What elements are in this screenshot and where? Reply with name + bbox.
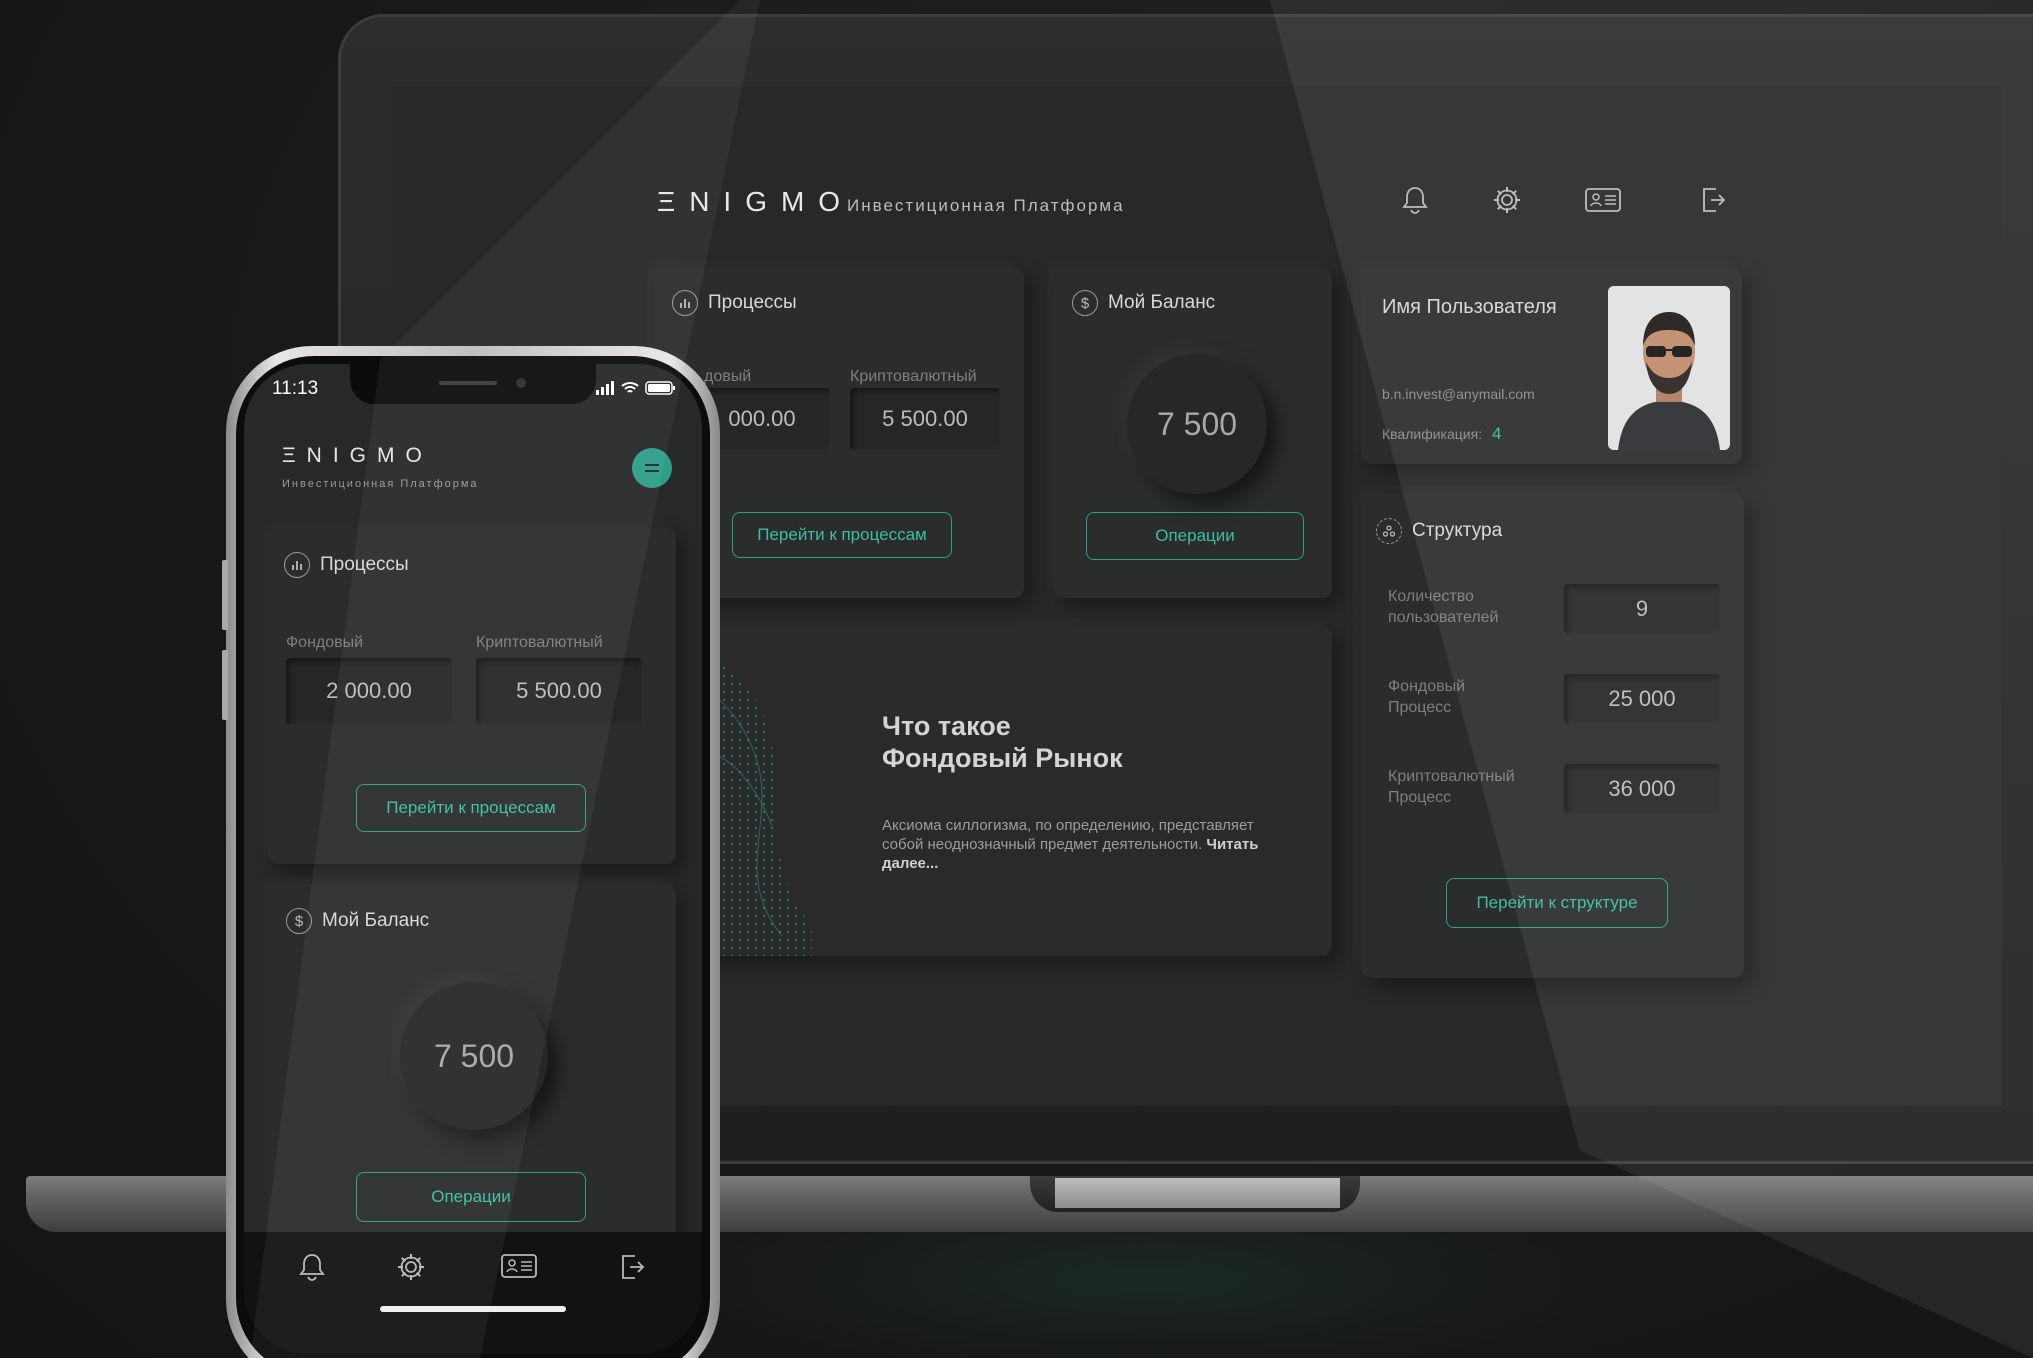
menu-button[interactable] <box>632 448 672 488</box>
structure-title: Структура <box>1412 520 1503 541</box>
phone-balance-value: 7 500 <box>400 982 548 1130</box>
phone-camera <box>516 378 526 388</box>
laptop-hinge-highlight <box>1055 1178 1340 1208</box>
desktop-operations-button[interactable]: Операции <box>1086 512 1304 560</box>
desktop-crypto-label: Криптовалютный <box>850 368 977 385</box>
desktop-balance-value: 7 500 <box>1127 354 1267 494</box>
structure-value-crypto: 36 000 <box>1564 764 1720 814</box>
phone-crypto-value: 5 500.00 <box>476 658 642 724</box>
phone-balance-title: Мой Баланс <box>322 910 430 931</box>
gear-icon[interactable] <box>396 1252 426 1287</box>
menu-icon <box>645 464 659 472</box>
phone-volume-button <box>222 560 228 630</box>
article-title-line2: Фондовый Рынок <box>882 743 1123 773</box>
structure-label-crypto: Криптовалютный Процесс <box>1388 768 1515 806</box>
phone-go-to-processes-button[interactable]: Перейти к процессам <box>356 784 586 832</box>
phone-bottom-nav <box>244 1232 702 1354</box>
qualification-label: Квалификация: <box>1382 426 1483 442</box>
qualification-value: 4 <box>1491 424 1502 443</box>
structure-value-users: 9 <box>1564 584 1720 634</box>
phone-processes-card: Процессы Фондовый Криптовалютный 2 000.0… <box>268 528 676 864</box>
id-card-icon[interactable] <box>500 1252 538 1285</box>
article-card: Что такое Фондовый Рынок Аксиома силлоги… <box>682 626 1332 956</box>
user-email: b.n.invest@anymail.com <box>1382 386 1535 402</box>
desktop-processes-title: Процессы <box>708 292 797 313</box>
desktop-header: ΞNIGMO Инвестиционная Платформа <box>657 186 1737 246</box>
phone-speaker <box>439 381 497 385</box>
dollar-icon: $ <box>1072 290 1098 316</box>
logout-icon[interactable] <box>1695 182 1731 218</box>
phone-logo: ΞNIGMO <box>282 444 433 467</box>
structure-label-users: Количество пользователей <box>1388 588 1499 626</box>
user-name: Имя Пользователя <box>1382 296 1557 318</box>
phone-crypto-label: Криптовалютный <box>476 634 603 651</box>
chart-icon <box>284 552 310 578</box>
phone-stock-value: 2 000.00 <box>286 658 452 724</box>
desktop-stock-label: довый <box>704 368 752 385</box>
phone-status-icons <box>596 378 686 398</box>
gear-icon[interactable] <box>1489 182 1525 218</box>
go-to-structure-button[interactable]: Перейти к структуре <box>1446 878 1668 928</box>
phone-time: 11:13 <box>272 378 319 399</box>
structure-label-stock: Фондовый Процесс <box>1388 678 1466 716</box>
logout-icon[interactable] <box>618 1252 646 1287</box>
desktop-header-icons <box>1397 182 1737 222</box>
phone-processes-title: Процессы <box>320 554 409 575</box>
bell-icon[interactable] <box>1397 182 1433 218</box>
desktop-balance-card: $ Мой Баланс 7 500 Операции <box>1054 268 1332 598</box>
phone-volume-button-2 <box>222 650 228 720</box>
profile-card: Имя Пользователя b.n.invest@anymail.com … <box>1362 268 1742 464</box>
phone-balance-card: $ Мой Баланс 7 500 Операции <box>268 884 676 1244</box>
desktop-tagline: Инвестиционная Платформа <box>847 196 1125 215</box>
phone-stock-label: Фондовый <box>286 634 364 651</box>
dollar-icon: $ <box>286 908 312 934</box>
phone-home-indicator <box>380 1306 566 1312</box>
desktop-balance-title: Мой Баланс <box>1108 292 1216 313</box>
structure-value-stock: 25 000 <box>1564 674 1720 724</box>
scene-background: ΞNIGMO Инвестиционная Платформа Процессы… <box>0 0 2033 1358</box>
go-to-processes-button[interactable]: Перейти к процессам <box>732 512 952 558</box>
desktop-crypto-value: 5 500.00 <box>850 388 1000 450</box>
phone-screen: 11:13 ΞNIGMO Инвестиционная Платформа Пр… <box>244 364 702 1354</box>
avatar[interactable] <box>1608 286 1730 450</box>
id-card-icon[interactable] <box>1581 182 1625 218</box>
article-body: Аксиома силлогизма, по определению, пред… <box>882 817 1254 853</box>
bell-icon[interactable] <box>298 1252 326 1287</box>
phone-tagline: Инвестиционная Платформа <box>282 478 479 490</box>
phone-operations-button[interactable]: Операции <box>356 1172 586 1222</box>
structure-card: Структура Количество пользователей 9 Фон… <box>1362 494 1744 978</box>
desktop-logo: ΞNIGMO <box>657 186 855 217</box>
chart-icon <box>672 290 698 316</box>
article-title-line1: Что такое <box>882 711 1011 741</box>
network-icon <box>1376 518 1402 544</box>
